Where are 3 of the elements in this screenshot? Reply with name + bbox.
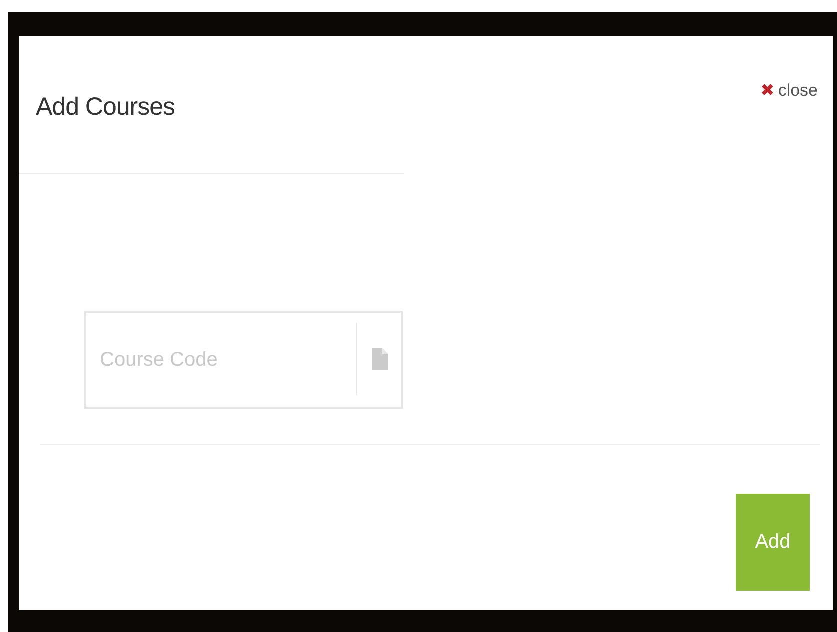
close-link[interactable]: ✖ close [760, 80, 818, 102]
file-icon [372, 348, 388, 370]
dialog-title: Add Courses [36, 92, 176, 122]
